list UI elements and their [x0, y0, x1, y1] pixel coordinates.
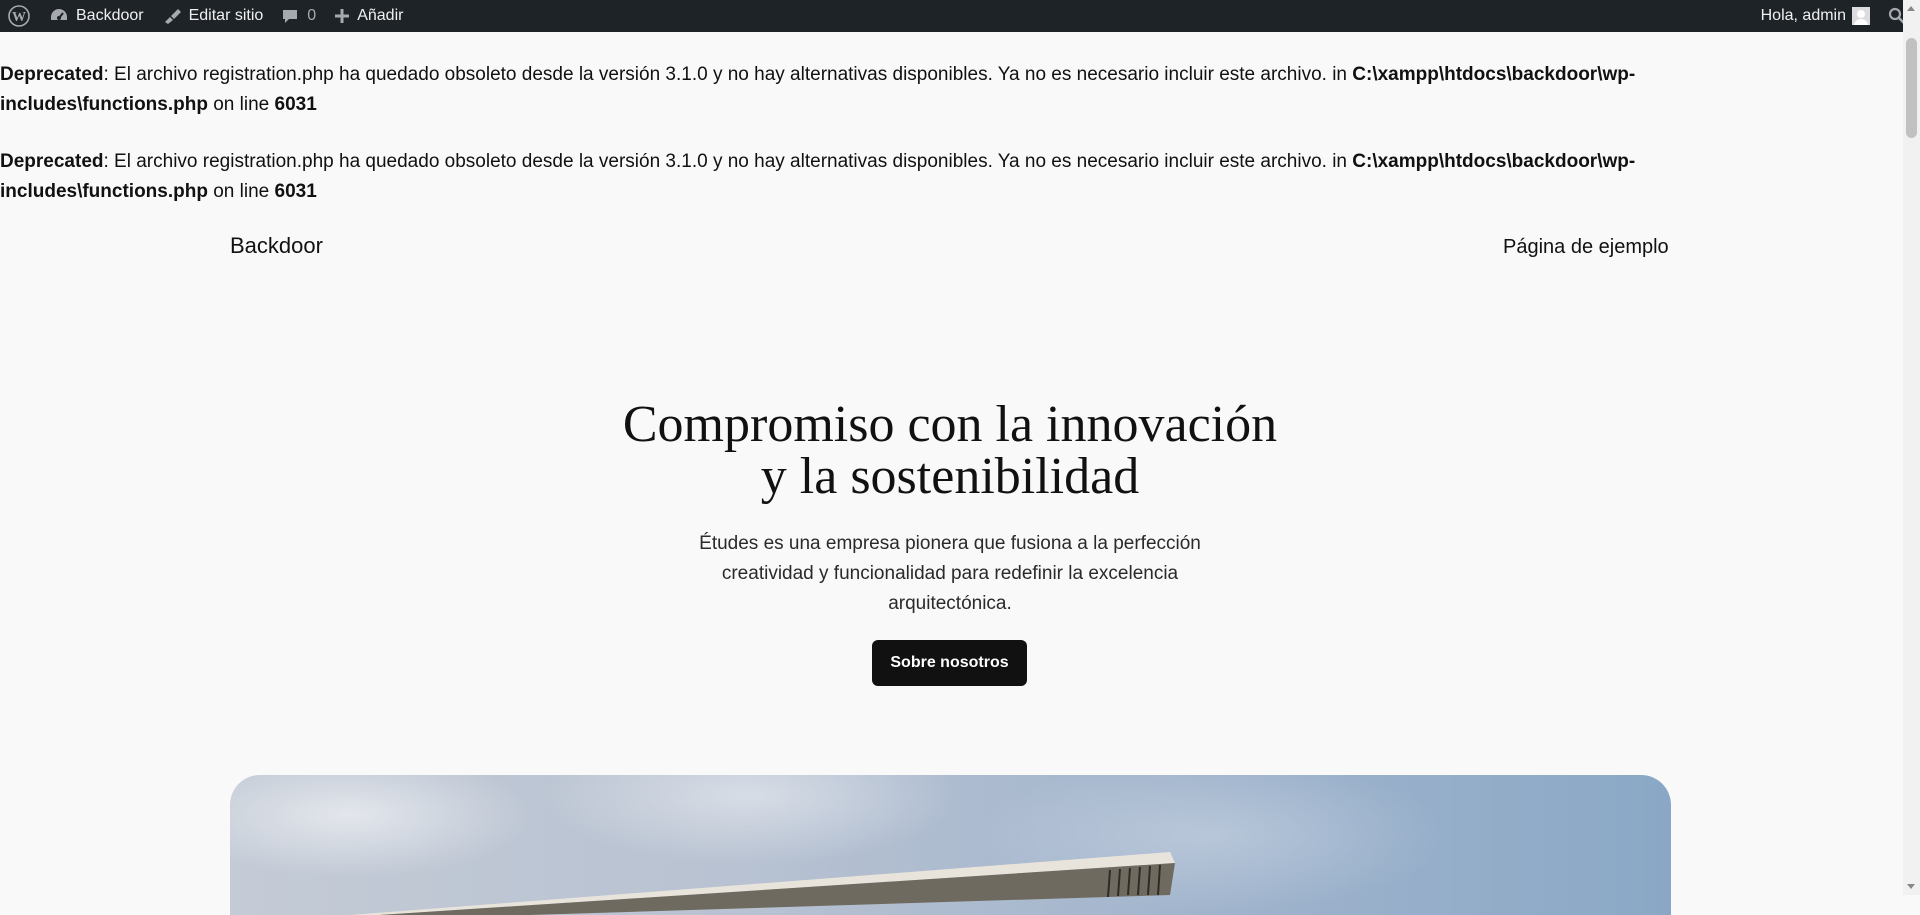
hero-heading-line-2: y la sostenibilidad — [760, 448, 1140, 505]
dashboard-icon — [51, 9, 67, 20]
plus-icon — [335, 9, 350, 23]
deprecated-notice: Deprecated: El archivo registration.php … — [0, 60, 1740, 120]
site-name-menu[interactable]: Backdoor — [40, 0, 153, 32]
hero-heading: Compromiso con la innovación y la sosten… — [560, 399, 1340, 503]
scrollbar-thumb[interactable] — [1906, 38, 1917, 138]
notice-message: : El archivo registration.php ha quedado… — [103, 151, 1353, 172]
avatar — [1852, 7, 1870, 25]
admin-bar: W Backdoor Editar sitio 0 Añadir Hola, a… — [0, 0, 1920, 32]
wordpress-icon: W — [8, 5, 30, 27]
notice-label: Deprecated — [0, 151, 104, 172]
notice-line-text: on line — [207, 94, 275, 115]
brush-icon — [164, 9, 181, 24]
greeting-label: Hola, admin — [1760, 7, 1846, 24]
add-new-menu[interactable]: Añadir — [325, 0, 412, 32]
comments-link[interactable]: 0 — [272, 0, 325, 32]
comments-count: 0 — [307, 7, 317, 24]
my-account-menu[interactable]: Hola, admin — [1753, 7, 1878, 25]
page-scrollbar[interactable] — [1903, 0, 1920, 895]
site-title-link[interactable]: Backdoor — [230, 230, 323, 262]
scroll-up-arrow-icon[interactable] — [1907, 6, 1915, 11]
building-roof-graphic — [350, 852, 1175, 915]
notice-line-number: 6031 — [274, 181, 317, 202]
notice-line-text: on line — [207, 181, 275, 202]
edit-site-link[interactable]: Editar sitio — [153, 0, 273, 32]
about-us-button[interactable]: Sobre nosotros — [872, 640, 1027, 686]
notice-line-number: 6031 — [274, 94, 317, 115]
site-name-label: Backdoor — [76, 7, 144, 24]
svg-text:W: W — [12, 10, 26, 25]
wordpress-logo-menu[interactable]: W — [0, 0, 40, 32]
comment-icon — [283, 9, 298, 23]
deprecated-notice: Deprecated: El archivo registration.php … — [0, 147, 1740, 207]
notice-label: Deprecated — [0, 64, 104, 85]
hero-description: Études es una empresa pionera que fusion… — [699, 533, 1201, 614]
nav-link-sample-page[interactable]: Página de ejemplo — [1503, 231, 1669, 263]
hero-building-image — [230, 775, 1671, 915]
edit-site-label: Editar sitio — [188, 7, 264, 24]
hero-heading-line-1: Compromiso con la innovación — [622, 396, 1278, 453]
notice-message: : El archivo registration.php ha quedado… — [103, 64, 1353, 85]
add-new-label: Añadir — [357, 7, 404, 24]
scroll-down-arrow-icon[interactable] — [1907, 884, 1915, 889]
